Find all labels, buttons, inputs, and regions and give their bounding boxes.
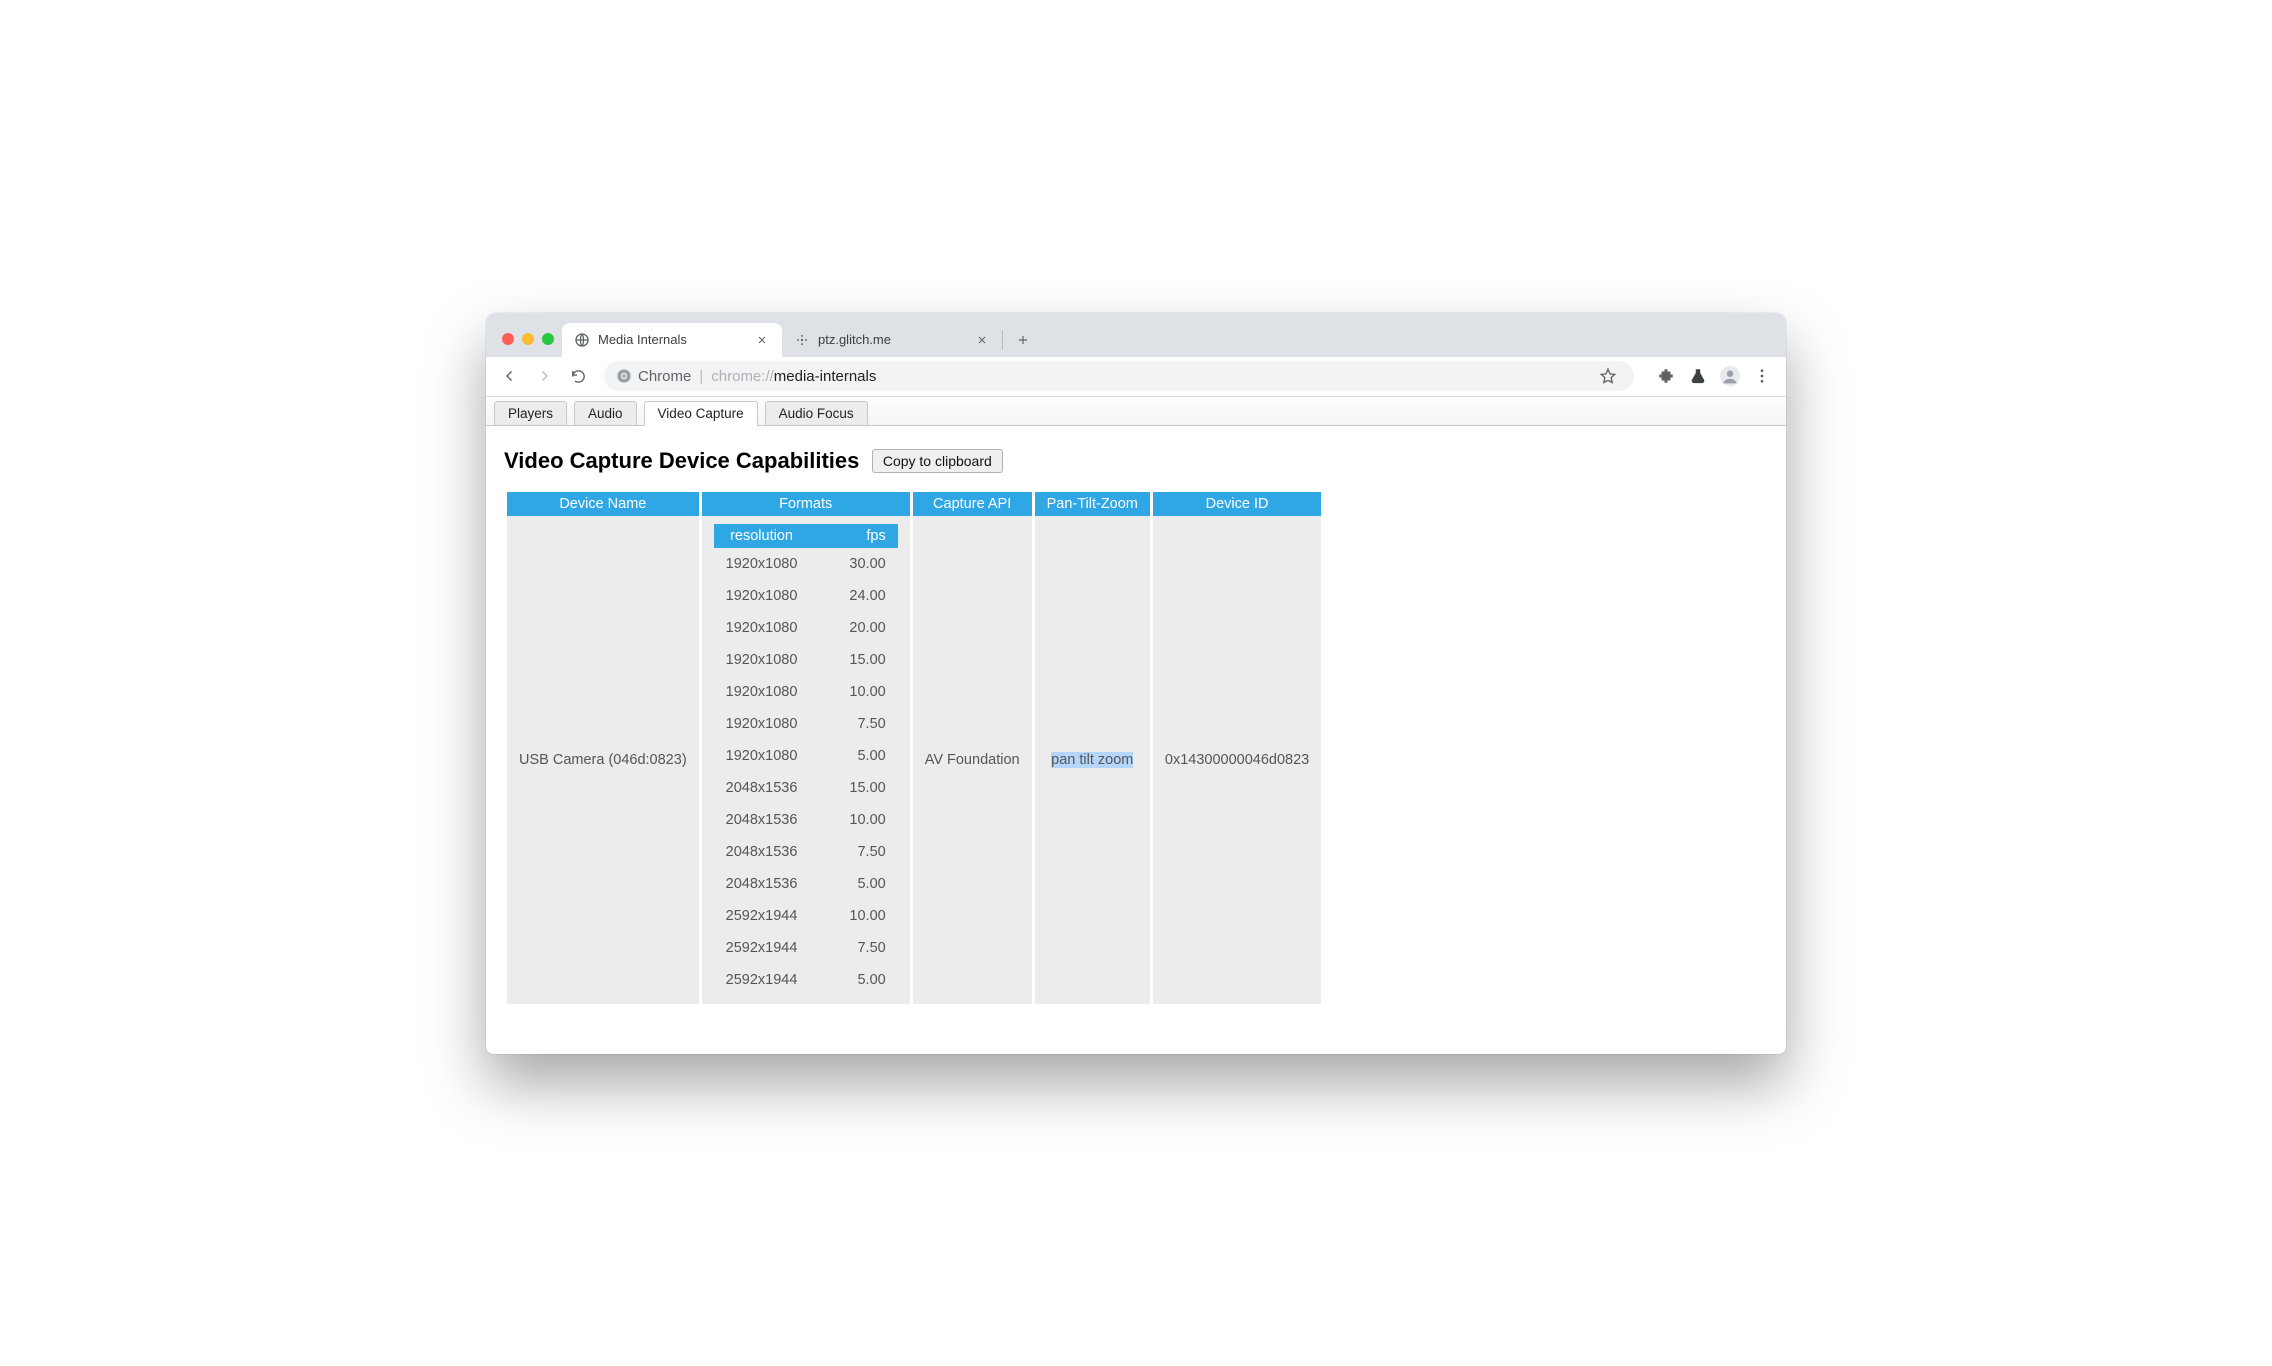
capabilities-table: Device Name Formats Capture API Pan-Tilt… [504, 492, 1324, 1004]
format-fps: 7.50 [809, 836, 897, 868]
format-fps: 5.00 [809, 868, 897, 900]
browser-window: Media Internals ptz.glitch.me [486, 313, 1786, 1054]
format-row: 1920x108015.00 [714, 644, 898, 676]
format-row: 2592x19447.50 [714, 932, 898, 964]
cell-capture-api: AV Foundation [913, 516, 1032, 1004]
format-fps: 5.00 [809, 740, 897, 772]
format-res: 1920x1080 [714, 740, 810, 772]
bookmark-star-icon[interactable] [1594, 362, 1622, 390]
copy-to-clipboard-button[interactable]: Copy to clipboard [872, 449, 1003, 473]
internal-tab-video-capture[interactable]: Video Capture [644, 401, 758, 426]
format-row: 1920x108020.00 [714, 612, 898, 644]
format-fps: 7.50 [809, 708, 897, 740]
site-chip: Chrome [616, 368, 691, 385]
page-title: Video Capture Device Capabilities [504, 448, 859, 473]
format-row: 1920x10805.00 [714, 740, 898, 772]
toolbar-right [1646, 362, 1776, 390]
format-res: 1920x1080 [714, 612, 810, 644]
format-row: 1920x10807.50 [714, 708, 898, 740]
browser-toolbar: Chrome | chrome://media-internals [486, 357, 1786, 397]
format-res: 2592x1944 [714, 964, 810, 996]
maximize-window-button[interactable] [542, 333, 554, 345]
format-res: 2048x1536 [714, 804, 810, 836]
site-icon [794, 332, 810, 348]
format-fps: 10.00 [809, 804, 897, 836]
close-tab-icon[interactable] [974, 332, 990, 348]
format-row: 1920x108030.00 [714, 548, 898, 580]
format-fps: 10.00 [809, 900, 897, 932]
tab-title: Media Internals [598, 332, 746, 347]
omnibox-separator: | [699, 368, 703, 385]
browser-tab-media-internals[interactable]: Media Internals [562, 323, 782, 357]
internal-tab-players[interactable]: Players [494, 401, 567, 426]
browser-tab-ptz[interactable]: ptz.glitch.me [782, 323, 1002, 357]
format-res: 2048x1536 [714, 868, 810, 900]
col-capture-api[interactable]: Capture API [913, 492, 1032, 516]
col-formats[interactable]: Formats [702, 492, 910, 516]
format-fps: 5.00 [809, 964, 897, 996]
url-text: chrome://media-internals [711, 368, 876, 385]
format-row: 1920x108024.00 [714, 580, 898, 612]
internal-tab-audio[interactable]: Audio [574, 401, 637, 426]
col-device-id[interactable]: Device ID [1153, 492, 1321, 516]
new-tab-button[interactable] [1009, 326, 1037, 354]
minimize-window-button[interactable] [522, 333, 534, 345]
window-controls [498, 333, 562, 357]
format-fps: 7.50 [809, 932, 897, 964]
formats-col-res: resolution [714, 524, 810, 548]
globe-icon [574, 332, 590, 348]
page-content: Players Audio Video Capture Audio Focus … [486, 397, 1786, 1054]
format-res: 1920x1080 [714, 548, 810, 580]
format-row: 2048x15365.00 [714, 868, 898, 900]
format-res: 1920x1080 [714, 644, 810, 676]
site-chip-label: Chrome [638, 368, 691, 385]
format-row: 2048x153610.00 [714, 804, 898, 836]
format-fps: 15.00 [809, 772, 897, 804]
close-window-button[interactable] [502, 333, 514, 345]
format-row: 1920x108010.00 [714, 676, 898, 708]
extensions-icon[interactable] [1652, 362, 1680, 390]
labs-icon[interactable] [1684, 362, 1712, 390]
cell-ptz: pan tilt zoom [1035, 516, 1150, 1004]
address-bar[interactable]: Chrome | chrome://media-internals [604, 361, 1634, 391]
cell-device-name: USB Camera (046d:0823) [507, 516, 699, 1004]
col-device-name[interactable]: Device Name [507, 492, 699, 516]
format-res: 2592x1944 [714, 932, 810, 964]
format-fps: 24.00 [809, 580, 897, 612]
format-row: 2592x194410.00 [714, 900, 898, 932]
format-res: 1920x1080 [714, 676, 810, 708]
formats-col-fps: fps [809, 524, 897, 548]
cell-device-id: 0x14300000046d0823 [1153, 516, 1321, 1004]
internal-tab-bar: Players Audio Video Capture Audio Focus [486, 397, 1786, 426]
format-res: 1920x1080 [714, 580, 810, 612]
format-res: 2048x1536 [714, 836, 810, 868]
format-res: 2592x1944 [714, 900, 810, 932]
close-tab-icon[interactable] [754, 332, 770, 348]
back-button[interactable] [496, 362, 524, 390]
format-fps: 30.00 [809, 548, 897, 580]
cell-formats: resolution fps 1920x108030.001920x108024… [702, 516, 910, 1004]
internal-tab-audio-focus[interactable]: Audio Focus [765, 401, 868, 426]
format-fps: 15.00 [809, 644, 897, 676]
tab-title: ptz.glitch.me [818, 332, 966, 347]
formats-table: resolution fps 1920x108030.001920x108024… [714, 524, 898, 996]
format-res: 1920x1080 [714, 708, 810, 740]
format-fps: 10.00 [809, 676, 897, 708]
ptz-value: pan tilt zoom [1051, 752, 1133, 768]
format-row: 2048x153615.00 [714, 772, 898, 804]
format-fps: 20.00 [809, 612, 897, 644]
forward-button[interactable] [530, 362, 558, 390]
device-row: USB Camera (046d:0823) resolution fps 19… [507, 516, 1321, 1004]
reload-button[interactable] [564, 362, 592, 390]
format-row: 2592x19445.00 [714, 964, 898, 996]
menu-icon[interactable] [1748, 362, 1776, 390]
profile-avatar[interactable] [1716, 362, 1744, 390]
format-res: 2048x1536 [714, 772, 810, 804]
col-ptz[interactable]: Pan-Tilt-Zoom [1035, 492, 1150, 516]
tab-separator [1002, 330, 1003, 350]
format-row: 2048x15367.50 [714, 836, 898, 868]
tab-strip: Media Internals ptz.glitch.me [486, 313, 1786, 357]
